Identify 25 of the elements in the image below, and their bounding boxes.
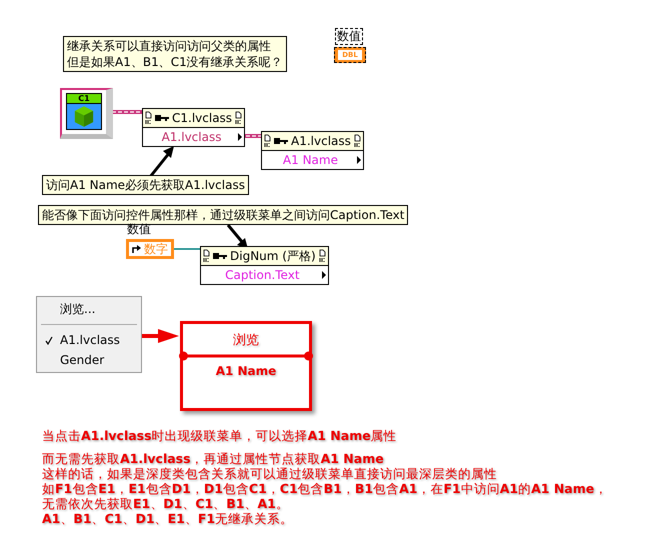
note-text: A1、B1、C1、D1、E1、F1无继承关系。 (42, 511, 294, 526)
property-node[interactable]: DigNum (严格) Caption.Text (200, 246, 329, 285)
comment-box: 能否像下面访问控件属性那样，通过级联菜单之间访问Caption.Text (38, 205, 408, 225)
callout-property: A1 Name (216, 364, 276, 378)
class-name: C1.lvclass (172, 111, 232, 125)
property-node[interactable]: A1.lvclass A1 Name (261, 131, 364, 170)
note-text: 而无需先获取A1.lvclass，再通过属性节点获取A1 Name (42, 451, 385, 466)
property-name[interactable]: Caption.Text (203, 268, 322, 282)
class-constant[interactable]: C1 (60, 88, 113, 139)
class-name: DigNum (严格) (230, 248, 316, 264)
property-node[interactable]: C1.lvclass A1.lvclass (142, 108, 246, 147)
comment-box: 继承关系可以直接访问访问父类的属性 但是如果A1、B1、C1没有继承关系呢？ (63, 36, 287, 72)
menu-item[interactable]: 浏览... (37, 299, 141, 319)
note-text: 无需依次先获取E1、D1、C1、B1、A1。 (42, 496, 290, 511)
indicator-label: 数值 (335, 28, 363, 45)
note-text: 如F1包含E1，E1包含D1，D1包含C1，C1包含B1，B1包含A1，在F1中访问A1的A1 Name， (42, 481, 608, 496)
property-name[interactable]: A1 Name (264, 153, 357, 167)
menu-item[interactable]: A1.lvclass (37, 330, 141, 350)
note-text: 这样的话，如果是深度类包含关系就可以通过级联菜单直接访问最深层类的属性 (42, 466, 498, 481)
property-name[interactable]: A1.lvclass (145, 130, 238, 144)
callout-header: 浏览 (233, 332, 259, 349)
menu-item[interactable]: Gender (37, 350, 141, 370)
comment-box: 访问A1 Name必须先获取A1.lvclass (42, 175, 249, 195)
class-name: A1.lvclass (291, 134, 351, 148)
note-text: 当点击A1.lvclass时出现级联菜单，可以选择A1 Name属性 (42, 428, 398, 443)
